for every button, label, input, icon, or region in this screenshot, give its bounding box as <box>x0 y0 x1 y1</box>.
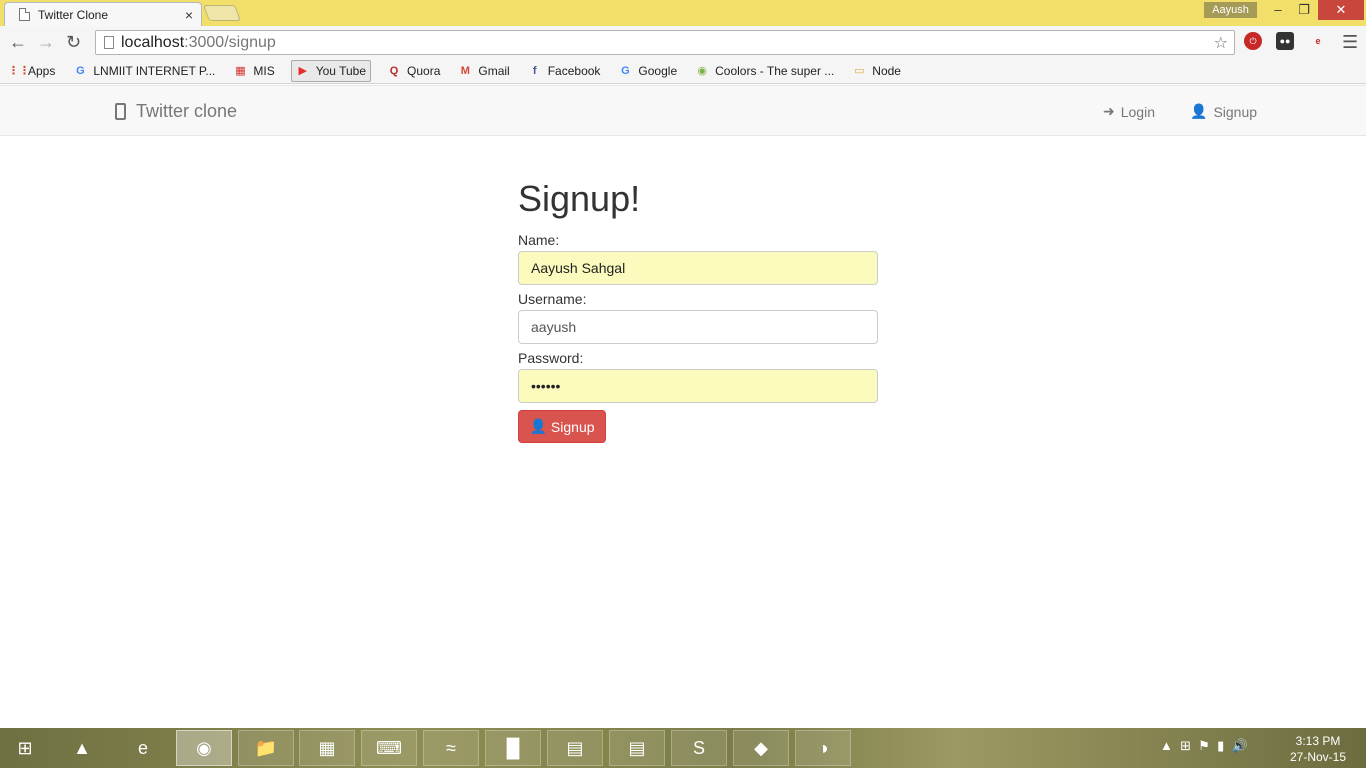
coolors-icon: ◉ <box>697 64 707 77</box>
address-bar[interactable]: localhost:3000/signup ☆ <box>95 30 1235 55</box>
login-label: Login <box>1120 103 1155 120</box>
bookmark-label: LNMIIT INTERNET P... <box>93 63 216 78</box>
extension-glasses-icon[interactable]: ●● <box>1276 32 1294 50</box>
login-icon: ➜ <box>1103 103 1115 119</box>
bookmark-label: Coolors - The super ... <box>715 63 835 78</box>
user-icon: 👤 <box>1190 103 1208 119</box>
bookmark-mis[interactable]: ▦ MIS <box>231 60 276 82</box>
gmail-icon: M <box>460 64 470 77</box>
diamond-app-icon[interactable]: ◆ <box>733 730 789 766</box>
bookmark-label: MIS <box>253 63 275 78</box>
google-icon: G <box>621 64 630 77</box>
document-window-icon[interactable]: ▤ <box>547 730 603 766</box>
wifi-hotspot-icon[interactable]: ≈ <box>423 730 479 766</box>
menu-icon[interactable]: ☰ <box>1342 32 1358 52</box>
url-path: :3000/signup <box>184 33 276 51</box>
vlc-icon[interactable]: ▲ <box>54 730 110 766</box>
bookmark-star-icon[interactable]: ☆ <box>1214 33 1228 53</box>
username-field[interactable] <box>518 310 878 344</box>
browser-titlebar: Twitter Clone × Aayush – ❐ ✕ <box>0 0 1366 26</box>
system-tray[interactable]: ▲ ⊞ ⚑ ▮ 🔊 <box>1160 738 1248 754</box>
brand-text: Twitter clone <box>136 101 238 121</box>
signup-label: Signup <box>1213 103 1258 120</box>
close-window-button[interactable]: ✕ <box>1318 0 1364 20</box>
extension-power-icon[interactable]: ⏻ <box>1244 32 1262 50</box>
restore-button[interactable]: ❐ <box>1291 0 1317 20</box>
signup-button-label: Signup <box>550 418 595 435</box>
forward-arrow-icon[interactable]: → <box>37 32 55 52</box>
name-field[interactable] <box>518 251 878 285</box>
bookmark-quora[interactable]: Q Quora <box>385 60 442 82</box>
file-explorer-icon[interactable]: 📁 <box>238 730 294 766</box>
bookmark-lnmiit-internet-p[interactable]: G LNMIIT INTERNET P... <box>71 60 217 82</box>
os-taskbar: ⊞ ▲ e ◉ 📁 ▦ ⌨ ≈ █ ▤ ▤ S ◆ ◑ ▲ ⊞ ⚑ ▮ 🔊 3:… <box>0 728 1366 768</box>
name-label: Name: <box>518 232 560 248</box>
profile-badge[interactable]: Aayush <box>1204 2 1257 18</box>
browser-tab[interactable]: Twitter Clone × <box>4 2 202 26</box>
login-link[interactable]: ➜ Login <box>1103 103 1155 120</box>
bookmark-coolors-the-super[interactable]: ◉ Coolors - The super ... <box>693 60 836 82</box>
bookmark-label: Apps <box>28 63 56 78</box>
tab-title: Twitter Clone <box>38 7 109 22</box>
signup-link[interactable]: 👤 Signup <box>1190 103 1257 120</box>
facebook-icon: f <box>532 64 537 77</box>
bookmark-apps[interactable]: ⋮⋮ Apps <box>6 60 57 82</box>
bookmark-gmail[interactable]: M Gmail <box>456 60 511 82</box>
bookmark-label: Gmail <box>478 63 510 78</box>
sublime-text-icon[interactable]: S <box>671 730 727 766</box>
site-navbar: Twitter clone ➜ Login 👤 Signup <box>0 85 1366 136</box>
paint-icon[interactable]: ◑ <box>795 730 851 766</box>
chrome-icon[interactable]: ◉ <box>176 730 232 766</box>
bookmark-you-tube[interactable]: ▶ You Tube <box>290 59 372 82</box>
terminal-icon[interactable]: █ <box>485 730 541 766</box>
password-field[interactable] <box>518 369 878 403</box>
bookmark-label: You Tube <box>315 63 367 78</box>
system-clock[interactable]: 3:13 PM 27-Nov-15 <box>1280 733 1356 765</box>
tab-close-icon[interactable]: × <box>185 7 193 23</box>
keyboard-icon[interactable]: ⌨ <box>361 730 417 766</box>
back-arrow-icon[interactable]: ← <box>9 32 27 52</box>
bookmark-node[interactable]: ▭ Node <box>850 60 903 82</box>
google-icon: G <box>76 64 85 77</box>
bookmark-google[interactable]: G Google <box>616 60 679 82</box>
quora-icon: Q <box>389 64 399 77</box>
brand-link[interactable]: Twitter clone <box>115 101 237 122</box>
bookmark-facebook[interactable]: f Facebook <box>526 60 603 82</box>
folder-icon: ▭ <box>854 64 865 77</box>
browser-toolbar: ← → ↻ localhost:3000/signup ☆ ⏻ ●● e ☰ <box>0 26 1366 58</box>
password-label: Password: <box>518 350 584 366</box>
mis-icon: ▦ <box>235 64 246 77</box>
minimize-button[interactable]: – <box>1265 0 1291 20</box>
page-icon <box>104 36 114 49</box>
phone-icon <box>115 103 126 120</box>
apps-grid-icon: ⋮⋮ <box>8 64 30 77</box>
new-tab-button[interactable] <box>203 5 241 21</box>
ebay-extension-icon[interactable]: e <box>1306 32 1330 50</box>
document-window-icon-2[interactable]: ▤ <box>609 730 665 766</box>
signup-form: Signup! Name: Username: Password: 👤 Sign… <box>518 172 878 443</box>
internet-explorer-icon[interactable]: e <box>115 730 171 766</box>
page-icon <box>19 8 30 21</box>
app-grid-icon[interactable]: ▦ <box>299 730 355 766</box>
clock-date: 27-Nov-15 <box>1289 750 1347 764</box>
bookmark-label: Node <box>872 63 901 78</box>
bookmarks-bar: ⋮⋮ Apps G LNMIIT INTERNET P... ▦ MIS ▶ You Tube… <box>0 58 1366 84</box>
bookmark-label: Quora <box>407 63 441 78</box>
youtube-icon: ▶ <box>298 64 307 77</box>
clock-time: 3:13 PM <box>1295 734 1341 748</box>
bookmark-label: Google <box>638 63 678 78</box>
page-title: Signup! <box>518 178 641 219</box>
url-host: localhost <box>121 33 185 51</box>
bookmark-label: Facebook <box>547 63 601 78</box>
signup-button[interactable]: 👤 Signup <box>518 410 606 443</box>
user-icon: 👤 <box>529 418 547 434</box>
username-label: Username: <box>518 291 587 307</box>
reload-icon[interactable]: ↻ <box>66 32 81 52</box>
windows-start-icon[interactable]: ⊞ <box>0 730 50 766</box>
